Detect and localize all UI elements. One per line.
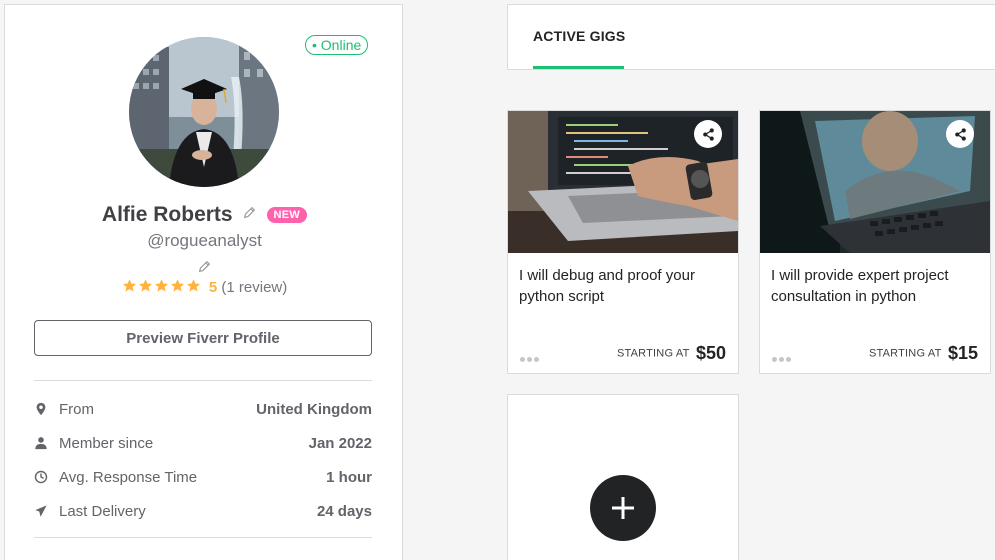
gig-image[interactable]: [760, 111, 990, 253]
price-value: $50: [695, 343, 726, 363]
preview-fiverr-profile-button[interactable]: Preview Fiverr Profile: [34, 320, 372, 356]
rating-row: 5 (1 review): [5, 278, 404, 297]
share-icon[interactable]: [694, 120, 722, 148]
stat-value: 1 hour: [326, 469, 372, 486]
edit-name-pencil-icon[interactable]: [243, 206, 256, 224]
starting-at-label: STARTING AT: [869, 347, 942, 360]
online-status-badge: • Online: [305, 35, 369, 55]
edit-description-pencil-icon[interactable]: [198, 260, 211, 278]
user-icon: [35, 437, 47, 450]
add-gig-button[interactable]: [590, 475, 656, 541]
stat-label: Last Delivery: [59, 503, 146, 520]
clock-icon: [34, 470, 48, 484]
more-options-icon[interactable]: [772, 349, 793, 367]
starting-at-label: STARTING AT: [617, 347, 690, 360]
stat-label: Avg. Response Time: [59, 469, 198, 486]
star-icon: [186, 279, 200, 292]
star-icon: [170, 279, 184, 292]
star-icon: [154, 279, 168, 292]
gig-image[interactable]: [508, 111, 738, 253]
tab-active-gigs[interactable]: ACTIVE GIGS: [533, 28, 625, 44]
gigs-tab-bar: ACTIVE GIGS: [507, 4, 995, 70]
star-rating: [122, 278, 202, 297]
price-value: $15: [947, 343, 978, 363]
star-icon: [138, 279, 152, 292]
rating-score: 5: [208, 279, 218, 296]
location-pin-icon: [36, 402, 46, 416]
stat-label: From: [59, 401, 94, 418]
stat-from: From United Kingdom: [34, 401, 372, 421]
seller-name: Alfie Roberts: [101, 203, 233, 226]
new-seller-badge: NEW: [266, 207, 308, 223]
stat-value: Jan 2022: [308, 435, 372, 452]
stat-member-since: Member since Jan 2022: [34, 435, 372, 455]
username: @rogueanalyst: [147, 231, 262, 250]
share-icon[interactable]: [946, 120, 974, 148]
divider: [34, 537, 372, 538]
stat-value: United Kingdom: [256, 401, 372, 418]
active-tab-indicator: [533, 66, 624, 69]
gig-title[interactable]: I will debug and proof your python scrip…: [519, 265, 729, 307]
divider: [34, 380, 372, 381]
gig-title[interactable]: I will provide expert project consultati…: [771, 265, 981, 307]
name-row: Alfie Roberts NEW: [5, 203, 404, 227]
paper-plane-icon: [35, 505, 47, 517]
stat-value: 24 days: [316, 503, 372, 520]
gig-card[interactable]: I will provide expert project consultati…: [759, 110, 991, 374]
more-options-icon[interactable]: [520, 349, 541, 367]
review-count[interactable]: (1 review): [221, 279, 287, 296]
create-new-gig-card[interactable]: [507, 394, 739, 560]
gig-card[interactable]: I will debug and proof your python scrip…: [507, 110, 739, 374]
stat-label: Member since: [59, 435, 154, 452]
gig-price: STARTING AT $50: [617, 343, 726, 364]
gig-price: STARTING AT $15: [869, 343, 978, 364]
avatar[interactable]: [129, 37, 279, 187]
stat-response-time: Avg. Response Time 1 hour: [34, 469, 372, 489]
seller-profile-card: • Online Alfie Roberts NEW @rogueanalyst…: [4, 4, 403, 560]
stat-last-delivery: Last Delivery 24 days: [34, 503, 372, 523]
star-icon: [122, 279, 136, 292]
plus-icon: [612, 497, 634, 519]
